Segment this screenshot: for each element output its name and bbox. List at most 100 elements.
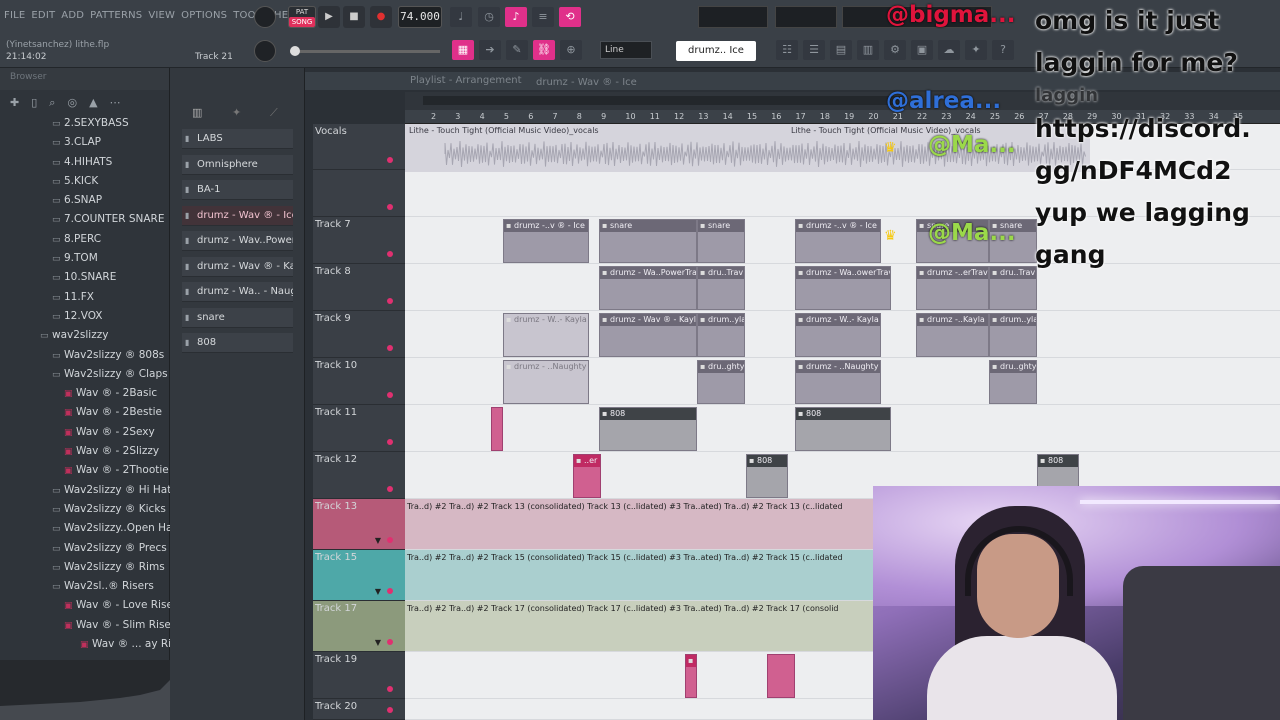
help-icon[interactable]: ? <box>992 40 1014 60</box>
cloud-icon[interactable]: ☁ <box>938 40 960 60</box>
pattern-clip[interactable]: drumz - Wav ® - Kayla <box>599 313 697 357</box>
mixer-icon[interactable]: ☷ <box>776 40 798 60</box>
browser-item[interactable]: ▭ 12.VOX <box>0 307 170 326</box>
play-button[interactable]: ▶ <box>318 6 340 28</box>
tag-icon[interactable]: ▲ <box>89 96 97 109</box>
stamp-icon[interactable]: ⊕ <box>560 40 582 60</box>
picker-item[interactable]: LABS <box>182 129 293 149</box>
picker-item[interactable]: drumz - Wa.. - Naughty <box>182 282 293 302</box>
track-mute-dot[interactable] <box>387 486 393 492</box>
file-icon[interactable]: ▯ <box>31 96 37 109</box>
browser-item[interactable]: ▭ 8.PERC <box>0 230 170 249</box>
loop-record-icon[interactable]: ⟲ <box>559 7 581 27</box>
save-icon[interactable]: ▣ <box>911 40 933 60</box>
pattern-clip[interactable]: snare <box>697 219 745 263</box>
track-header[interactable]: Track 17 ▼ <box>313 601 405 652</box>
expand-icon[interactable]: ✚ <box>10 96 19 109</box>
pattern-selector[interactable]: drumz.. Ice <box>676 41 756 61</box>
picker-item[interactable]: Omnisphere <box>182 154 293 175</box>
menu-file[interactable]: FILE <box>4 10 25 21</box>
browser-item[interactable]: ▭ 3.CLAP <box>0 133 170 152</box>
track-header[interactable]: Track 11 <box>313 405 405 452</box>
picker-item[interactable]: BA-1 <box>182 180 293 200</box>
pattern-clip[interactable]: ..er <box>685 654 697 698</box>
countdown-icon[interactable]: ♪ <box>505 7 527 27</box>
menu-edit[interactable]: EDIT <box>31 10 55 21</box>
track-collapse-icon[interactable]: ▼ <box>375 638 381 647</box>
track-mute-dot[interactable] <box>387 392 393 398</box>
pattern-clip[interactable]: drumz - Wa..PowerTrav <box>599 266 697 310</box>
browser-item[interactable]: ▣ Wav ® - 2Basic <box>0 384 170 403</box>
browser-item[interactable]: ▭ Wav2slizzy ® Kicks <box>0 500 170 519</box>
channel-rack-icon[interactable]: ☰ <box>803 40 825 60</box>
browser-item[interactable]: ▭ Wav2slizzy ® Hi Hats <box>0 481 170 500</box>
master-volume-knob[interactable] <box>254 6 276 28</box>
slider-handle[interactable] <box>290 46 300 56</box>
browser-item[interactable]: ▭ 2.SEXYBASS <box>0 114 170 133</box>
metronome-icon[interactable]: ♩ <box>450 7 472 27</box>
pattern-clip[interactable]: drumz -..Kayla <box>916 313 989 357</box>
pattern-clip[interactable]: snare <box>599 219 697 263</box>
browser-item[interactable]: ▭ 10.SNARE <box>0 268 170 287</box>
master-volume-slider[interactable] <box>290 46 440 56</box>
track-mute-dot[interactable] <box>387 588 393 594</box>
track-header[interactable]: Track 9 <box>313 311 405 358</box>
track-header[interactable]: Vocals <box>313 124 405 170</box>
pattern-clip[interactable]: 808 <box>795 407 891 451</box>
track-mute-dot[interactable] <box>387 439 393 445</box>
picker-item[interactable]: drumz - Wav..PowerTrav <box>182 231 293 251</box>
track-collapse-icon[interactable]: ▼ <box>375 536 381 545</box>
stop-button[interactable]: ■ <box>343 6 365 28</box>
pattern-clip[interactable]: drumz -..erTrav <box>916 266 989 310</box>
track-header[interactable]: Track 12 <box>313 452 405 499</box>
pen-icon[interactable]: ✎ <box>506 40 528 60</box>
browser-item[interactable]: ▣ Wav ® - 2Slizzy <box>0 442 170 461</box>
master-pitch-knob[interactable] <box>254 40 276 62</box>
target-icon[interactable]: ◎ <box>67 96 77 109</box>
pattern-clip[interactable]: dru..ghty <box>989 360 1037 404</box>
settings-icon[interactable]: ✦ <box>965 40 987 60</box>
blend-icon[interactable]: ≡ <box>532 7 554 27</box>
pattern-clip[interactable]: dru..Trav <box>989 266 1037 310</box>
browser-item[interactable]: ▭ Wav2slizzy ® Precs <box>0 539 170 558</box>
menu-options[interactable]: OPTIONS <box>181 10 227 21</box>
browser-item[interactable]: ▣ Wav ® - Love Riser <box>0 596 170 615</box>
track-mute-dot[interactable] <box>387 298 393 304</box>
track-header[interactable] <box>313 170 405 217</box>
picker-audio-icon[interactable]: ✦ <box>232 106 241 119</box>
picker-item[interactable]: drumz - Wav ® - Kayla <box>182 256 293 277</box>
snap-selector[interactable]: Line <box>600 41 652 59</box>
browser-item[interactable]: ▭Wav2slizzy..Open Hats <box>0 519 170 538</box>
picker-item[interactable]: 808 <box>182 333 293 353</box>
pattern-clip[interactable]: drumz - W..- Kayla <box>795 313 881 357</box>
track-header[interactable]: Track 7 <box>313 217 405 264</box>
pat-song-toggle[interactable]: PAT SONG <box>288 6 316 28</box>
playlist-icon[interactable]: ▦ <box>452 40 474 60</box>
track-mute-dot[interactable] <box>387 157 393 163</box>
track-header[interactable]: Track 19 <box>313 652 405 699</box>
track-mute-dot[interactable] <box>387 686 393 692</box>
scroll-thumb[interactable] <box>423 96 903 105</box>
track-header[interactable]: Track 20 <box>313 699 405 720</box>
browser-item[interactable]: ▭ Wav2sl..® Risers <box>0 577 170 596</box>
pattern-clip[interactable]: drumz -..v ® - Ice <box>503 219 589 263</box>
browser-item[interactable]: ▣ Wav ® - 2Bestie <box>0 403 170 422</box>
consolidated-audio-strip[interactable]: Tra..d) #2 Tra..d) #2 Track 13 (consolid… <box>405 501 875 545</box>
track-header[interactable]: Track 15 ▼ <box>313 550 405 601</box>
picker-auto-icon[interactable]: ⟋ <box>270 106 278 120</box>
menu-patterns[interactable]: PATTERNS <box>90 10 142 21</box>
browser-item[interactable]: ▣ Wav ® - 2Sexy <box>0 423 170 442</box>
pattern-clip[interactable]: dru..Trav <box>697 266 745 310</box>
browser-item[interactable]: ▭ 11.FX <box>0 288 170 307</box>
track-collapse-icon[interactable]: ▼ <box>375 587 381 596</box>
pattern-clip[interactable]: 808 <box>746 454 788 498</box>
pattern-clip[interactable]: drumz - W..- Kayla <box>503 313 589 357</box>
consolidated-audio-strip[interactable]: Tra..d) #2 Tra..d) #2 Track 17 (consolid… <box>405 603 875 647</box>
record-button[interactable]: ● <box>370 6 392 28</box>
browser-icon[interactable]: ▥ <box>857 40 879 60</box>
track-mute-dot[interactable] <box>387 639 393 645</box>
menu-view[interactable]: VIEW <box>148 10 175 21</box>
pattern-clip[interactable]: drumz - ..Naughty <box>503 360 589 404</box>
arrow-icon[interactable]: ➔ <box>479 40 501 60</box>
track-mute-dot[interactable] <box>387 345 393 351</box>
